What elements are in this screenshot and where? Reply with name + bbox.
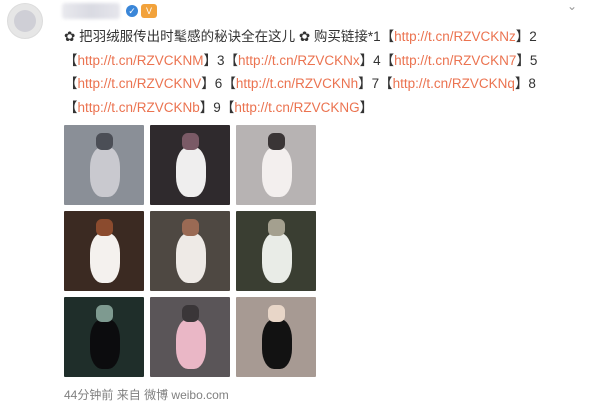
more-options-chevron-icon[interactable]: ⌄ — [564, 0, 580, 12]
verified-icon: ✓ — [126, 5, 138, 17]
photo-figure — [262, 233, 292, 283]
photo-head — [182, 219, 199, 236]
bracket-close: 】 — [359, 52, 374, 68]
bracket-open: 【 — [64, 76, 78, 91]
bracket-close: 】 — [359, 99, 374, 115]
post-caption-part2: 购买链接* — [310, 29, 374, 44]
bracket-open: 【 — [220, 99, 235, 115]
link-number: 7 — [371, 76, 380, 91]
link-number: 3 — [217, 52, 225, 68]
source-link[interactable]: 微博 weibo.com — [144, 388, 229, 402]
post-footer: 44分钟前 来自 微博 weibo.com — [64, 386, 229, 403]
bracket-open: 【 — [64, 52, 78, 68]
photo-thumbnail-4[interactable] — [64, 211, 144, 291]
purchase-link[interactable]: http://t.cn/RZVCKNG — [234, 100, 359, 115]
bracket-open: 【 — [224, 52, 239, 68]
post-text: ✿ 把羽绒服传出时髦感的秘诀全在这儿 ✿ 购买链接*1【http://t.cn/… — [64, 25, 584, 119]
bracket-close: 】 — [515, 29, 530, 44]
photo-thumbnail-2[interactable] — [150, 125, 230, 205]
photo-head — [268, 219, 285, 236]
purchase-link[interactable]: http://t.cn/RZVCKNx — [238, 53, 360, 68]
photo-thumbnail-5[interactable] — [150, 211, 230, 291]
purchase-link[interactable]: http://t.cn/RZVCKNz — [394, 29, 516, 44]
bracket-open: 【 — [379, 76, 393, 91]
bracket-close: 】 — [199, 99, 214, 115]
photo-head — [268, 305, 285, 322]
vip-badge-icon[interactable]: V — [141, 4, 157, 18]
photo-figure — [176, 233, 206, 283]
link-number: 1 — [373, 29, 381, 44]
photo-figure — [90, 319, 120, 369]
flower-icon: ✿ — [64, 29, 76, 44]
bracket-close: 】 — [516, 52, 530, 68]
purchase-link[interactable]: http://t.cn/RZVCKNV — [78, 76, 202, 91]
photo-figure — [90, 233, 120, 283]
photo-thumbnail-1[interactable] — [64, 125, 144, 205]
bracket-close: 】 — [358, 76, 372, 91]
photo-thumbnail-7[interactable] — [64, 297, 144, 377]
photo-figure — [176, 319, 206, 369]
purchase-link[interactable]: http://t.cn/RZVCKNM — [78, 53, 204, 68]
bracket-open: 【 — [380, 29, 395, 44]
source-prefix: 来自 — [116, 388, 141, 402]
photo-grid — [64, 125, 320, 381]
bracket-close: 】 — [201, 76, 215, 91]
photo-figure — [176, 147, 206, 197]
purchase-link[interactable]: http://t.cn/RZVCKN7 — [394, 53, 516, 68]
photo-head — [182, 305, 199, 322]
link-number: 4 — [373, 52, 381, 68]
photo-head — [182, 133, 199, 150]
purchase-link[interactable]: http://t.cn/RZVCKNh — [236, 76, 358, 91]
avatar[interactable] — [7, 3, 43, 39]
photo-head — [96, 219, 113, 236]
bracket-open: 【 — [222, 76, 236, 91]
flower-icon: ✿ — [298, 29, 311, 44]
purchase-link[interactable]: http://t.cn/RZVCKNb — [78, 100, 200, 115]
bracket-open: 【 — [380, 52, 395, 68]
link-number: 9 — [213, 99, 221, 115]
post-caption-part1: 把羽绒服传出时髦感的秘诀全在这儿 — [75, 29, 299, 44]
photo-head — [268, 133, 285, 150]
avatar-image — [14, 10, 36, 32]
photo-head — [96, 133, 113, 150]
photo-thumbnail-6[interactable] — [236, 211, 316, 291]
link-number: 2 — [529, 29, 537, 44]
bracket-close: 】 — [514, 76, 529, 91]
photo-thumbnail-8[interactable] — [150, 297, 230, 377]
photo-figure — [262, 319, 292, 369]
bracket-open: 【 — [64, 99, 78, 115]
post-header: ✓ V — [62, 2, 157, 20]
username-blurred[interactable] — [62, 3, 120, 19]
photo-thumbnail-3[interactable] — [236, 125, 316, 205]
bracket-close: 】 — [203, 52, 218, 68]
post-time-link[interactable]: 44分钟前 — [64, 388, 113, 402]
link-number: 8 — [528, 76, 536, 91]
photo-head — [96, 305, 113, 322]
photo-thumbnail-9[interactable] — [236, 297, 316, 377]
photo-figure — [262, 147, 292, 197]
link-number: 5 — [529, 52, 538, 68]
purchase-link[interactable]: http://t.cn/RZVCKNq — [393, 76, 515, 91]
photo-figure — [90, 147, 120, 197]
